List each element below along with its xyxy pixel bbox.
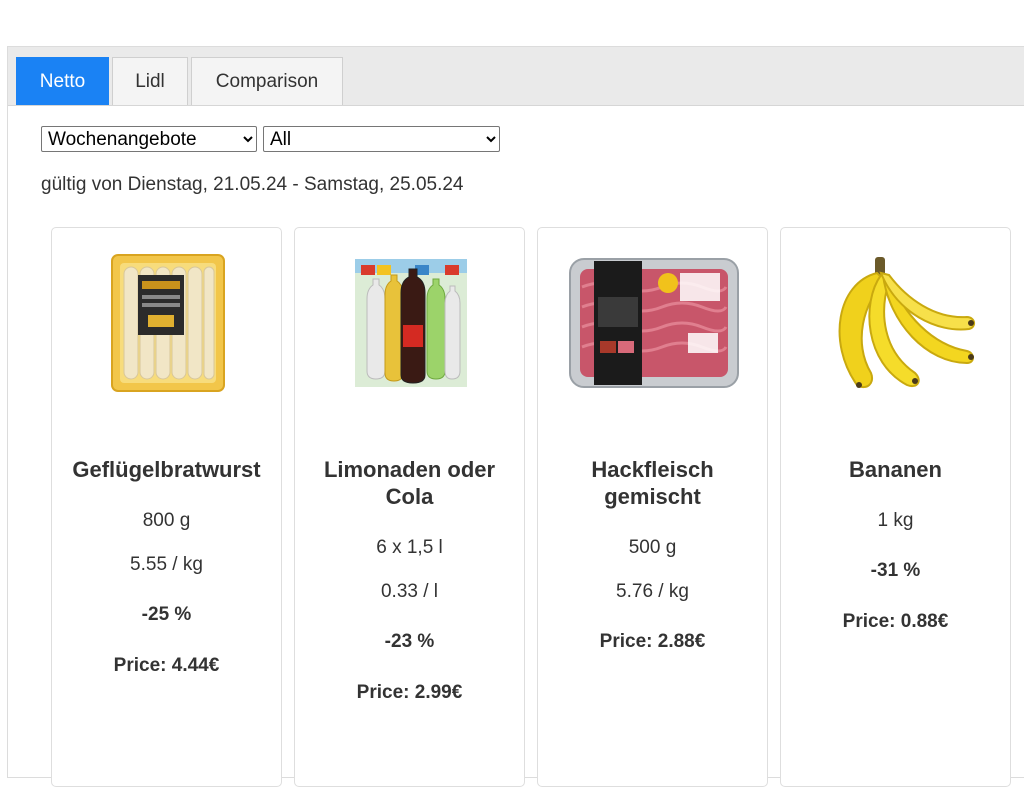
validity-period: gültig von Dienstag, 21.05.24 - Samstag,… <box>41 174 464 195</box>
product-card[interactable]: Hackfleisch gemischt 500 g 5.76 / kg Pri… <box>537 227 768 787</box>
bananas-icon <box>793 242 1000 404</box>
product-amount: 800 g <box>142 510 191 531</box>
product-discount: -31 % <box>870 560 921 581</box>
product-card[interactable]: Geflügelbratwurst 800 g 5.55 / kg -25 % … <box>51 227 282 787</box>
soda-bottles-icon <box>307 242 514 404</box>
category-select[interactable]: Wochenangebote <box>41 126 257 152</box>
product-price: Price: 2.99€ <box>356 682 463 703</box>
product-price: Price: 0.88€ <box>842 611 949 632</box>
product-unit-price: 5.76 / kg <box>616 581 689 602</box>
product-discount: -23 % <box>384 631 435 652</box>
product-name: Limonaden oder Cola <box>323 457 496 509</box>
product-name: Hackfleisch gemischt <box>591 457 714 509</box>
product-amount: 500 g <box>628 537 677 558</box>
product-unit-price: 0.33 / l <box>380 581 439 602</box>
tab-bar: Netto Lidl Comparison <box>8 47 1024 106</box>
product-amount: 1 kg <box>877 510 914 531</box>
product-name: Bananen <box>849 457 942 482</box>
sausage-pack-icon <box>64 242 271 404</box>
product-price: Price: 4.44€ <box>113 655 220 676</box>
tab-lidl[interactable]: Lidl <box>112 57 188 105</box>
product-discount: -25 % <box>141 604 192 625</box>
product-amount: 6 x 1,5 l <box>376 537 443 558</box>
product-price: Price: 2.88€ <box>599 631 706 652</box>
product-card[interactable]: Bananen 1 kg -31 % Price: 0.88€ <box>780 227 1011 787</box>
product-card[interactable]: Limonaden oder Cola 6 x 1,5 l 0.33 / l -… <box>294 227 525 787</box>
product-unit-price: 5.55 / kg <box>130 554 203 575</box>
subcategory-select[interactable]: All <box>263 126 500 152</box>
minced-meat-tray-icon <box>550 242 757 404</box>
main-panel: Netto Lidl Comparison Wochenangebote All… <box>7 46 1024 787</box>
tab-comparison[interactable]: Comparison <box>191 57 343 105</box>
tab-netto[interactable]: Netto <box>16 57 109 105</box>
product-name: Geflügelbratwurst <box>72 457 261 482</box>
